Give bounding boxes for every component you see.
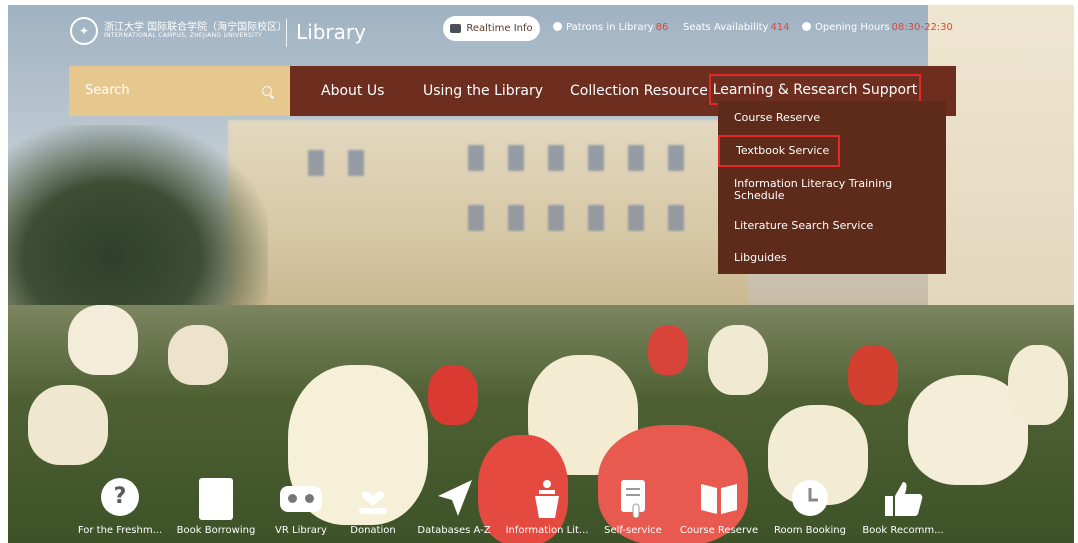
patrons-label: Patrons in Library <box>566 22 654 33</box>
paper-plane-icon <box>432 478 476 518</box>
hours-label: Opening Hours <box>815 22 890 33</box>
right-building <box>928 5 1074 325</box>
quick-link-course-reserve[interactable]: Course Reserve <box>680 478 758 536</box>
search-input[interactable]: Search <box>69 66 290 116</box>
seats-label: Seats Availability <box>683 22 769 33</box>
quick-link-databases[interactable]: Databases A-Z <box>417 478 491 536</box>
search-icon[interactable] <box>262 86 272 96</box>
clock-small-icon <box>802 22 811 31</box>
nav-using-the-library[interactable]: Using the Library <box>423 83 543 99</box>
person-icon <box>553 22 562 31</box>
quick-link-donation[interactable]: Donation <box>338 478 408 536</box>
quick-link-self-service[interactable]: Self-service <box>598 478 668 536</box>
heart-hand-icon <box>351 478 395 518</box>
quick-link-freshmen[interactable]: ? For the Freshm... <box>78 478 162 536</box>
quick-link-book-borrowing[interactable]: Book Borrowing <box>177 478 255 536</box>
thumbs-up-icon <box>881 478 925 518</box>
menu-item-information-literacy-training[interactable]: Information Literacy Training Schedule <box>734 178 904 202</box>
quick-link-book-recommendation[interactable]: Book Recomm... <box>862 478 944 536</box>
document-touch-icon <box>611 478 655 519</box>
logo-english-text: INTERNATIONAL CAMPUS, ZHEJIANG UNIVERSIT… <box>104 32 263 40</box>
monitor-icon <box>450 24 462 33</box>
quick-link-vr-library[interactable]: VR Library <box>266 478 336 536</box>
quick-link-label: Book Recomm... <box>862 525 944 536</box>
nav-collection-resource[interactable]: Collection Resource <box>570 83 708 99</box>
nav-about-us[interactable]: About Us <box>321 83 384 99</box>
menu-item-course-reserve[interactable]: Course Reserve <box>734 112 820 124</box>
patrons-count: 86 <box>655 22 669 33</box>
header-divider <box>286 19 287 47</box>
book-icon <box>199 478 233 520</box>
menu-item-textbook-service[interactable]: Textbook Service <box>718 135 840 167</box>
question-icon: ? <box>101 478 139 516</box>
realtime-info-label: Realtime Info <box>466 23 533 34</box>
seats-count: 414 <box>770 22 790 33</box>
menu-item-literature-search-service[interactable]: Literature Search Service <box>734 220 873 232</box>
hours-value: 08:30-22:30 <box>891 22 953 33</box>
quick-link-information-literacy[interactable]: Information Lit... <box>506 478 588 536</box>
quick-link-room-booking[interactable]: Room Booking <box>774 478 846 536</box>
nav-dropdown-menu: Course Reserve Textbook Service Informat… <box>718 101 946 274</box>
seats-stat: Seats Availability 414 <box>683 22 790 33</box>
patrons-stat: Patrons in Library 86 <box>553 22 668 33</box>
vr-headset-icon <box>280 486 322 512</box>
university-seal-icon: ✦ <box>70 17 98 45</box>
open-book-icon <box>697 478 741 518</box>
realtime-info-button[interactable]: Realtime Info <box>443 16 540 41</box>
campus-building <box>228 120 748 310</box>
university-logo[interactable]: ✦ 浙江大学 国际联合学院（海宁国际校区） INTERNATIONAL CAMP… <box>70 17 287 45</box>
site-title[interactable]: Library <box>296 20 366 44</box>
menu-item-libguides[interactable]: Libguides <box>734 252 787 264</box>
podium-icon <box>525 478 569 518</box>
opening-hours-stat: Opening Hours 08:30-22:30 <box>802 22 953 33</box>
search-placeholder: Search <box>85 83 130 98</box>
clock-icon <box>788 478 832 518</box>
